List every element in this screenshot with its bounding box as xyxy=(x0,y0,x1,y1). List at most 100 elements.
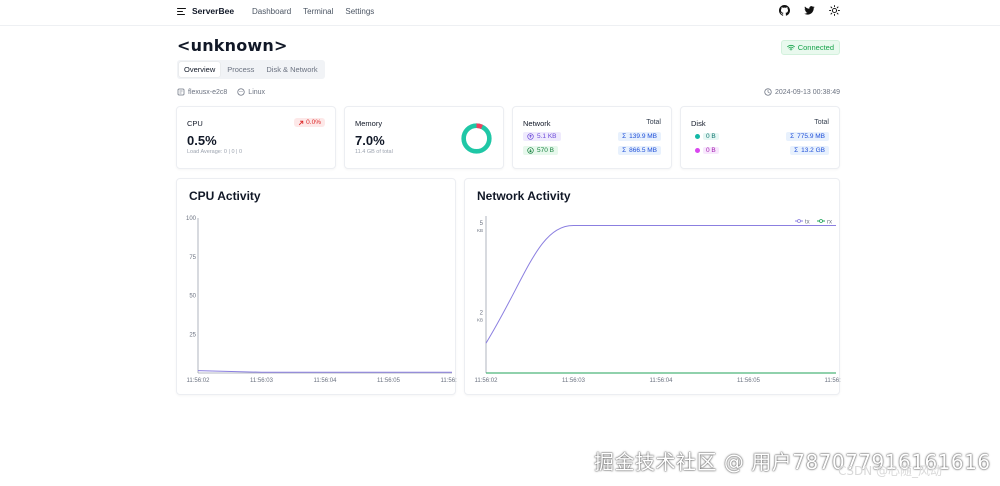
disk-read-total-pill: Σ 775.9 MB xyxy=(786,132,829,141)
series-line-tx xyxy=(485,224,836,344)
datetime-item: 2024-09-13 00:38:49 xyxy=(764,88,840,96)
memory-usage-ring xyxy=(461,123,492,154)
cpu-trend-value: 0.0% xyxy=(306,119,321,126)
disk-write-value: 0 B xyxy=(703,147,719,154)
github-icon[interactable] xyxy=(779,5,790,16)
tab-disk-network[interactable]: Disk & Network xyxy=(261,62,322,77)
y-tick-label: 75 xyxy=(189,255,196,261)
sigma-icon: Σ xyxy=(622,133,627,140)
main-nav: Dashboard Terminal Settings xyxy=(252,7,374,16)
legend-label-rx: rx xyxy=(827,220,832,226)
y-tick-unit: KB xyxy=(477,317,483,322)
memory-card: Memory 7.0% 11.4 GB of total xyxy=(344,106,504,169)
watermark-sub: CSDN @心随_风动 xyxy=(838,464,943,478)
hostname-item: flexusx-e2c8 xyxy=(177,88,227,96)
y-tick-label: 5 xyxy=(480,221,484,227)
x-tick-label: 11:56:06 xyxy=(825,378,841,384)
network-tx-pill: 5.1 KB xyxy=(523,132,561,141)
network-activity-panel: Network Activity 5 KB 2 KB 11:56:02 11:56:03 1… xyxy=(464,178,841,395)
network-card: Network Total 5.1 KB 570 B Σ 139.9 MB Σ … xyxy=(512,106,672,169)
memory-value: 7.0% xyxy=(355,133,385,148)
twitter-icon[interactable] xyxy=(804,5,815,16)
sigma-icon: Σ xyxy=(794,147,799,154)
legend-label-tx: tx xyxy=(805,220,810,226)
cpu-card: CPU 0.0% 0.5% Load Average: 0 | 0 | 0 xyxy=(176,106,336,169)
cpu-trend-badge: 0.0% xyxy=(294,118,325,127)
top-nav-bar: ServerBee Dashboard Terminal Settings xyxy=(0,0,1000,26)
brand[interactable]: ServerBee xyxy=(177,6,234,16)
download-circle-icon xyxy=(527,147,534,154)
cpu-value: 0.5% xyxy=(187,133,217,148)
memory-label: Memory xyxy=(355,119,383,128)
network-rx-total: 866.5 MB xyxy=(629,147,657,154)
brand-name: ServerBee xyxy=(192,6,235,16)
tab-process[interactable]: Process xyxy=(222,62,259,77)
cpu-activity-chart: 100 75 50 25 11:56:02 11:56:03 11:56:04 11:56:0… xyxy=(186,216,457,384)
disk-read-value: 0 B xyxy=(703,133,719,140)
status-badge: Connected xyxy=(780,40,840,55)
network-rx-value: 570 B xyxy=(537,147,554,154)
disk-write-total: 13.2 GB xyxy=(801,147,825,154)
disk-write-pill: 0 B xyxy=(691,146,723,155)
x-tick-label: 11:56:02 xyxy=(475,378,499,384)
network-label: Network xyxy=(523,119,551,128)
disk-total-label: Total xyxy=(814,119,829,126)
network-tx-total-pill: Σ 139.9 MB xyxy=(618,132,661,141)
network-rx-total-pill: Σ 866.5 MB xyxy=(618,146,661,155)
y-tick-unit: KB xyxy=(477,228,483,233)
server-meta: flexusx-e2c8 Linux xyxy=(177,88,265,96)
disk-write-dot xyxy=(695,148,700,153)
x-tick-label: 11:56:05 xyxy=(377,378,401,384)
disk-read-dot xyxy=(695,134,700,139)
os-name: Linux xyxy=(248,88,266,96)
nav-settings[interactable]: Settings xyxy=(345,7,374,16)
network-activity-chart: 5KB2KB11:56:02 11:56:03 11:56:04 11:56:05 11… xyxy=(475,216,841,384)
x-tick-label: 11:56:05 xyxy=(737,378,761,384)
page-title: <unknown> xyxy=(177,36,288,55)
server-icon xyxy=(177,88,185,96)
sigma-icon: Σ xyxy=(622,147,627,154)
cpu-activity-panel: CPU Activity 100 75 50 25 11:56:02 11:56:03 11… xyxy=(176,178,457,395)
sigma-icon: Σ xyxy=(790,133,795,140)
y-tick-label: 2 xyxy=(480,310,484,316)
y-tick-label: 25 xyxy=(189,332,196,338)
top-icons xyxy=(779,5,840,16)
disk-card: Disk Total 0 B 0 B Σ 775.9 MB Σ 13.2 GB xyxy=(680,106,840,169)
y-tick-label: 50 xyxy=(189,294,196,300)
arrow-up-right-icon xyxy=(299,120,304,125)
upload-circle-icon xyxy=(527,133,534,140)
disk-read-pill: 0 B xyxy=(691,132,723,141)
network-tx-total: 139.9 MB xyxy=(629,133,657,140)
x-tick-label: 11:56:02 xyxy=(187,378,211,384)
x-tick-label: 11:56:06 xyxy=(441,378,457,384)
memory-total: 11.4 GB of total xyxy=(355,149,393,155)
x-tick-label: 11:56:03 xyxy=(250,378,274,384)
legend-marker-tx xyxy=(797,219,801,223)
theme-toggle-sun-icon[interactable] xyxy=(829,5,840,16)
os-icon xyxy=(237,88,245,96)
legend-marker-rx xyxy=(819,219,823,223)
clock-icon xyxy=(764,88,772,96)
wifi-icon xyxy=(786,44,795,51)
tab-overview[interactable]: Overview xyxy=(179,62,221,77)
x-tick-label: 11:56:03 xyxy=(562,378,586,384)
disk-write-total-pill: Σ 13.2 GB xyxy=(790,146,829,155)
detail-tabs: Overview Process Disk & Network xyxy=(177,60,325,79)
status-text: Connected xyxy=(797,43,834,52)
nav-dashboard[interactable]: Dashboard xyxy=(252,7,291,16)
hostname: flexusx-e2c8 xyxy=(188,88,228,96)
disk-read-total: 775.9 MB xyxy=(797,133,825,140)
os-item: Linux xyxy=(237,88,265,96)
y-tick-label: 100 xyxy=(186,216,197,222)
network-rx-pill: 570 B xyxy=(523,146,558,155)
x-tick-label: 11:56:04 xyxy=(314,378,338,384)
menu-logo-icon xyxy=(177,7,186,16)
network-total-label: Total xyxy=(646,119,661,126)
cpu-load-average: Load Average: 0 | 0 | 0 xyxy=(187,149,243,155)
cpu-label: CPU xyxy=(187,119,203,128)
nav-terminal[interactable]: Terminal xyxy=(303,7,333,16)
x-tick-label: 11:56:04 xyxy=(650,378,674,384)
datetime: 2024-09-13 00:38:49 xyxy=(775,88,840,96)
cpu-usage-line xyxy=(197,370,452,373)
network-tx-value: 5.1 KB xyxy=(537,133,557,140)
